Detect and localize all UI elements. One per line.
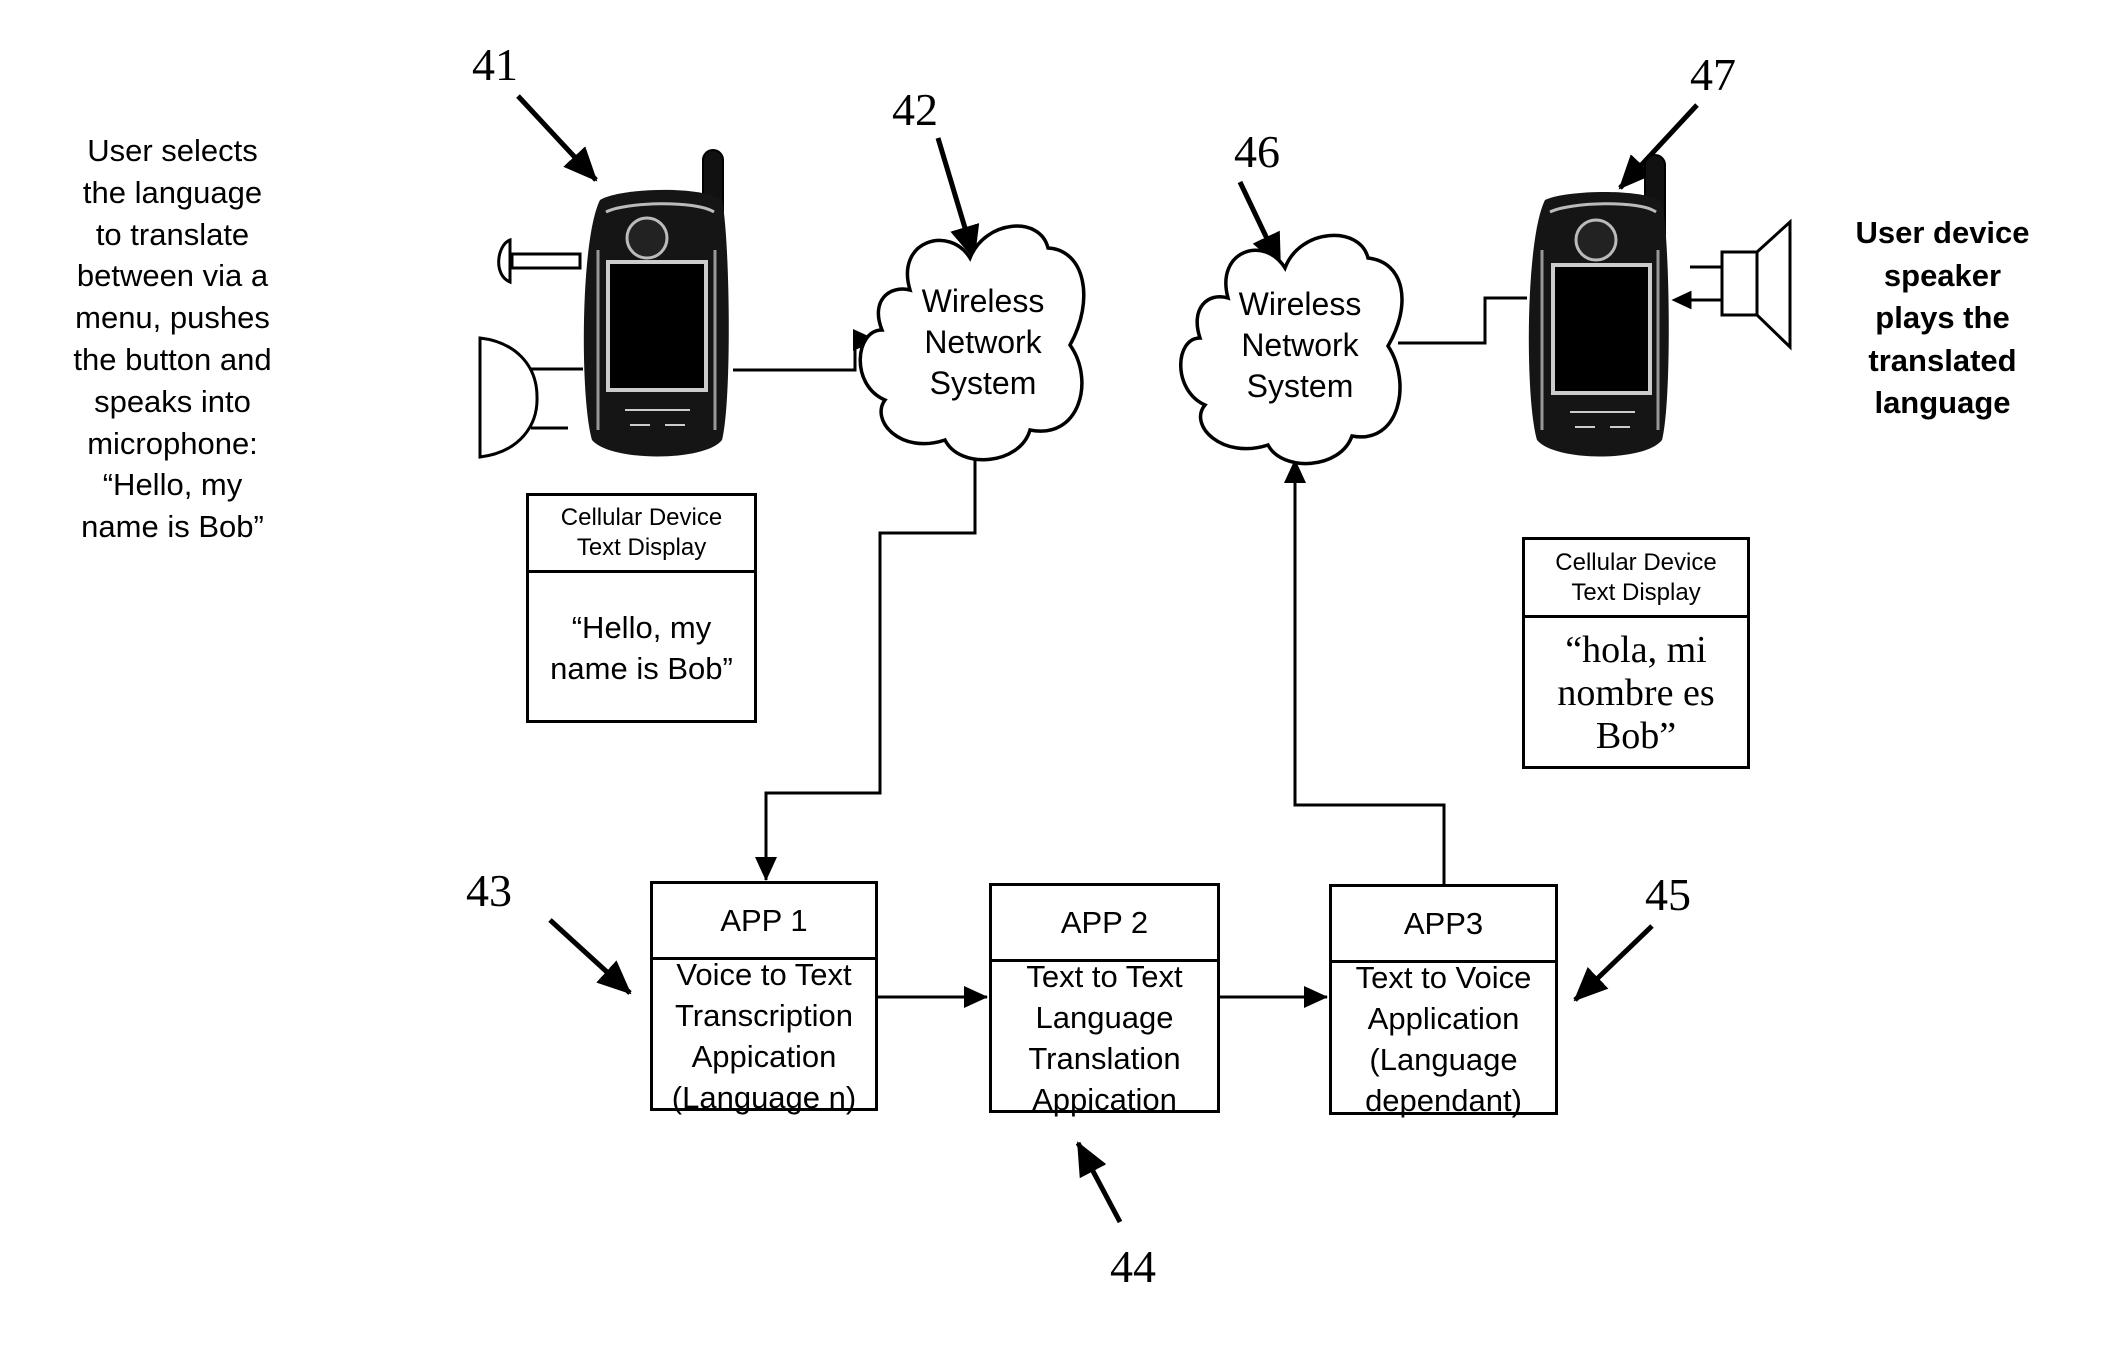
- app-description-line: (Language: [1369, 1042, 1518, 1077]
- connector-app3-to-network: [1284, 459, 1446, 884]
- app-description-line: Voice to Text: [676, 957, 852, 992]
- connector-phone-to-network: [733, 329, 877, 372]
- note-line: speaks into: [94, 383, 251, 419]
- ref-numeral-46: 46: [1234, 126, 1280, 177]
- connector-network-to-phone: [1398, 296, 1527, 345]
- display-header: Cellular Device Text Display: [529, 496, 754, 573]
- app-description: Text to Text Language Translation Appica…: [992, 956, 1217, 1120]
- app-description: Text to Voice Application (Language depe…: [1332, 957, 1555, 1121]
- app-description: Voice to Text Transcription Appication (…: [653, 954, 875, 1118]
- ref-numeral-45: 45: [1645, 869, 1691, 920]
- ref-numeral-42: 42: [892, 84, 938, 135]
- app-description-line: dependant): [1365, 1083, 1522, 1118]
- diagram-canvas: 41 42 43 44 45 46 47 Wireless Network Sy…: [466, 39, 1792, 1292]
- note-line: User device: [1855, 215, 2030, 250]
- cloud-line-1: Wireless: [1239, 286, 1362, 322]
- app1-voice-to-text: APP 1 Voice to Text Transcription Appica…: [650, 881, 878, 1115]
- cell-phone-icon: [1528, 154, 1669, 457]
- display-message-line: “Hello, my: [571, 610, 712, 645]
- ref-numeral-43: 43: [466, 865, 512, 916]
- app-description-line: Translation: [1028, 1041, 1181, 1076]
- note-line: the button and: [73, 341, 272, 377]
- note-line: name is Bob”: [81, 509, 264, 545]
- wireless-network-cloud-receiver: Wireless Network System: [1179, 233, 1404, 466]
- cloud-line-2: Network: [924, 324, 1042, 360]
- app-title: APP 2: [992, 886, 1217, 962]
- speaker-icon: [1671, 218, 1792, 351]
- note-line: between via a: [76, 258, 269, 294]
- cloud-line-3: System: [930, 365, 1037, 401]
- cloud-line-2: Network: [1241, 327, 1359, 363]
- microphone-icon: [478, 336, 583, 459]
- app-description-line: Language: [1035, 1000, 1174, 1035]
- app-description-line: Application: [1367, 1001, 1520, 1036]
- receiver-text-display: Cellular Device Text Display “hola, mi n…: [1522, 537, 1750, 769]
- display-header-line: Cellular Device: [560, 504, 723, 531]
- note-line: microphone:: [87, 425, 258, 461]
- note-line: menu, pushes: [75, 300, 270, 336]
- app-description-line: (Language n): [671, 1080, 857, 1115]
- display-header: Cellular Device Text Display: [1525, 540, 1747, 618]
- push-button-icon: [497, 237, 582, 285]
- display-header-line: Text Display: [1571, 578, 1701, 606]
- display-message-line: name is Bob”: [550, 651, 733, 686]
- cloud-line-3: System: [1247, 368, 1354, 404]
- note-line: “Hello, my: [102, 467, 243, 503]
- leader-arrow-45: [1573, 924, 1654, 1002]
- display-message-line: nombre es: [1557, 671, 1715, 714]
- display-header-line: Text Display: [576, 534, 707, 561]
- leader-arrow-43: [548, 918, 632, 995]
- note-line: language: [1874, 385, 2011, 420]
- app-description-line: Text to Voice: [1355, 960, 1532, 995]
- display-message-line: Bob”: [1595, 714, 1677, 757]
- app-description-line: Transcription: [674, 998, 854, 1033]
- app-title: APP3: [1332, 887, 1555, 963]
- leader-arrow-41: [516, 94, 598, 182]
- connector-network-to-app1: [755, 455, 977, 881]
- sender-instructions-note: User selects the language to translate b…: [40, 130, 305, 548]
- ref-numeral-41: 41: [472, 39, 518, 90]
- receiver-speaker-note: User device speaker plays the translated…: [1835, 212, 2050, 425]
- note-line: speaker: [1883, 257, 2002, 293]
- display-header-line: Cellular Device: [1555, 548, 1717, 576]
- note-line: plays the: [1875, 300, 2010, 335]
- sender-text-display: Cellular Device Text Display “Hello, my …: [526, 493, 757, 723]
- app2-text-translation: APP 2 Text to Text Language Translation …: [989, 883, 1220, 1117]
- app-description-line: Appication: [691, 1039, 837, 1074]
- wireless-network-cloud-sender: Wireless Network System: [858, 224, 1086, 462]
- display-message-line: “hola, mi: [1565, 628, 1707, 671]
- ref-numeral-47: 47: [1690, 49, 1736, 100]
- cell-phone-icon: [583, 149, 729, 457]
- note-line: translated: [1868, 342, 2017, 378]
- app-description-line: Text to Text: [1026, 959, 1183, 994]
- app3-text-to-voice: APP3 Text to Voice Application (Language…: [1329, 884, 1558, 1118]
- ref-numeral-44: 44: [1110, 1241, 1156, 1292]
- note-line: the language: [82, 174, 263, 210]
- app-description-line: Appication: [1032, 1082, 1177, 1117]
- app-title: APP 1: [653, 884, 875, 960]
- note-line: to translate: [95, 216, 250, 252]
- display-message: “hola, mi nombre es Bob”: [1525, 618, 1747, 768]
- note-line: User selects: [87, 133, 258, 168]
- cloud-line-1: Wireless: [922, 283, 1045, 319]
- display-message: “Hello, my name is Bob”: [529, 573, 754, 723]
- leader-arrow-44: [1075, 1141, 1123, 1224]
